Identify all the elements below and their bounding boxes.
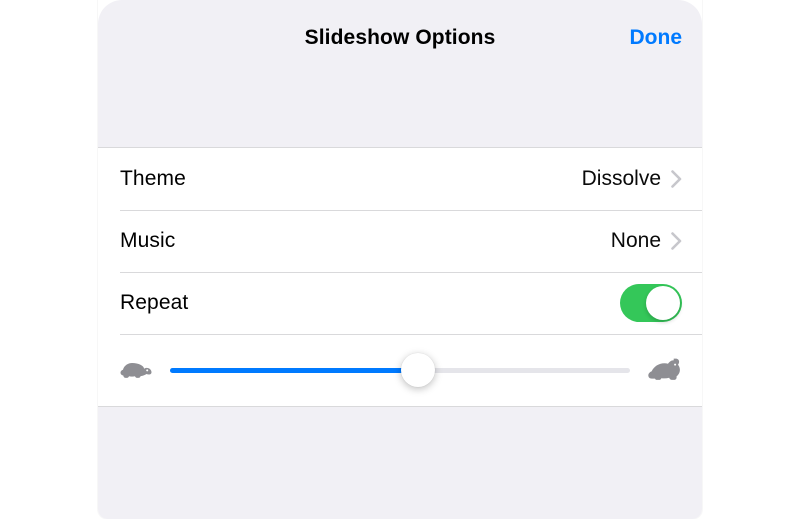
music-label: Music <box>120 229 611 253</box>
music-value: None <box>611 229 661 253</box>
theme-label: Theme <box>120 167 582 191</box>
speed-slider-row <box>98 334 702 406</box>
theme-value: Dissolve <box>582 167 661 191</box>
options-list: Theme Dissolve Music None Repeat <box>98 148 702 406</box>
done-button[interactable]: Done <box>630 26 683 50</box>
theme-row[interactable]: Theme Dissolve <box>98 148 702 210</box>
sheet-header: Slideshow Options Done <box>98 0 702 147</box>
repeat-row: Repeat <box>98 272 702 334</box>
speed-slider-fill <box>170 368 418 373</box>
music-row[interactable]: Music None <box>98 210 702 272</box>
page-title: Slideshow Options <box>98 26 702 50</box>
speed-slider[interactable] <box>170 368 630 373</box>
chevron-right-icon <box>671 170 682 188</box>
slideshow-options-sheet: Slideshow Options Done Theme Dissolve Mu… <box>98 0 702 519</box>
sheet-footer-space <box>98 406 702 519</box>
tortoise-icon <box>120 358 152 382</box>
chevron-right-icon <box>671 232 682 250</box>
repeat-toggle[interactable] <box>620 284 682 322</box>
speed-slider-thumb[interactable] <box>401 353 435 387</box>
hare-icon <box>648 358 680 382</box>
repeat-label: Repeat <box>120 291 620 315</box>
